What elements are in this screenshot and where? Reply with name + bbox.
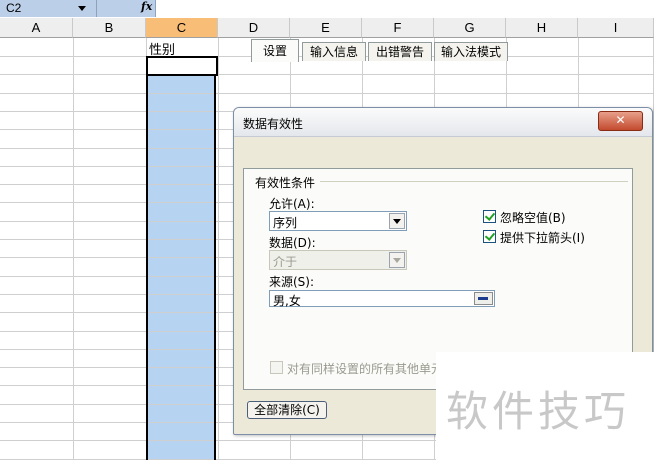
column-header-a[interactable]: A xyxy=(0,18,73,38)
apply-to-all-checkbox xyxy=(270,361,283,374)
watermark-text: 软件技巧 xyxy=(446,387,631,436)
column-header-b[interactable]: B xyxy=(73,18,146,38)
data-select: 介于 xyxy=(269,250,407,270)
group-divider xyxy=(320,181,628,182)
fx-icon[interactable]: fx xyxy=(141,0,152,13)
column-header-d[interactable]: D xyxy=(218,18,290,38)
column-header-i[interactable]: I xyxy=(578,18,654,38)
dialog-title-bar[interactable]: 数据有效性 ✕ xyxy=(234,108,652,137)
data-select-value: 介于 xyxy=(273,255,298,269)
data-label: 数据(D): xyxy=(269,236,316,250)
column-header-f[interactable]: F xyxy=(362,18,434,38)
column-header-g[interactable]: G xyxy=(434,18,506,38)
selection-border-left xyxy=(146,74,148,460)
source-input[interactable]: 男,女 xyxy=(269,290,495,308)
tab-ime-mode[interactable]: 输入法模式 xyxy=(434,42,508,61)
source-label: 来源(S): xyxy=(269,275,315,289)
chevron-down-icon xyxy=(389,252,405,268)
source-input-value: 男,女 xyxy=(273,294,301,308)
chevron-down-icon[interactable] xyxy=(78,6,86,11)
tab-error-alert[interactable]: 出错警告 xyxy=(368,42,432,61)
column-gridline xyxy=(218,38,219,460)
active-cell-c2[interactable] xyxy=(146,56,218,76)
close-button[interactable]: ✕ xyxy=(598,111,643,131)
ignore-blank-label[interactable]: 忽略空值(B) xyxy=(500,209,566,226)
name-box-value: C2 xyxy=(6,1,22,15)
column-header-e[interactable]: E xyxy=(290,18,362,38)
validation-criteria-label: 有效性条件 xyxy=(255,176,316,190)
column-header-c[interactable]: C xyxy=(146,18,218,38)
tab-settings[interactable]: 设置 xyxy=(251,39,299,62)
formula-bar: C2 fx xyxy=(0,0,654,19)
insert-function-area: fx xyxy=(97,0,156,17)
chevron-down-icon[interactable] xyxy=(389,213,405,229)
allow-select-value: 序列 xyxy=(273,216,298,230)
ignore-blank-checkbox[interactable] xyxy=(483,210,496,223)
in-cell-dropdown-label[interactable]: 提供下拉箭头(I) xyxy=(500,229,585,246)
tab-input-message[interactable]: 输入信息 xyxy=(302,42,366,61)
clear-all-button[interactable]: 全部清除(C) xyxy=(247,401,327,419)
in-cell-dropdown-checkbox[interactable] xyxy=(483,230,496,243)
column-gridline xyxy=(73,38,74,460)
collapse-dialog-icon[interactable] xyxy=(474,292,493,305)
row-gridline xyxy=(0,74,654,75)
name-box[interactable]: C2 xyxy=(0,0,97,17)
selected-column-fill xyxy=(146,74,216,460)
selection-border-right xyxy=(214,74,216,460)
column-header-h[interactable]: H xyxy=(506,18,578,38)
allow-select[interactable]: 序列 xyxy=(269,211,407,231)
apply-to-all-label: 对有同样设置的所有其他单元 xyxy=(287,362,444,376)
allow-label: 允许(A): xyxy=(269,197,315,211)
row-gridline xyxy=(0,93,654,94)
dialog-title: 数据有效性 xyxy=(243,117,304,131)
